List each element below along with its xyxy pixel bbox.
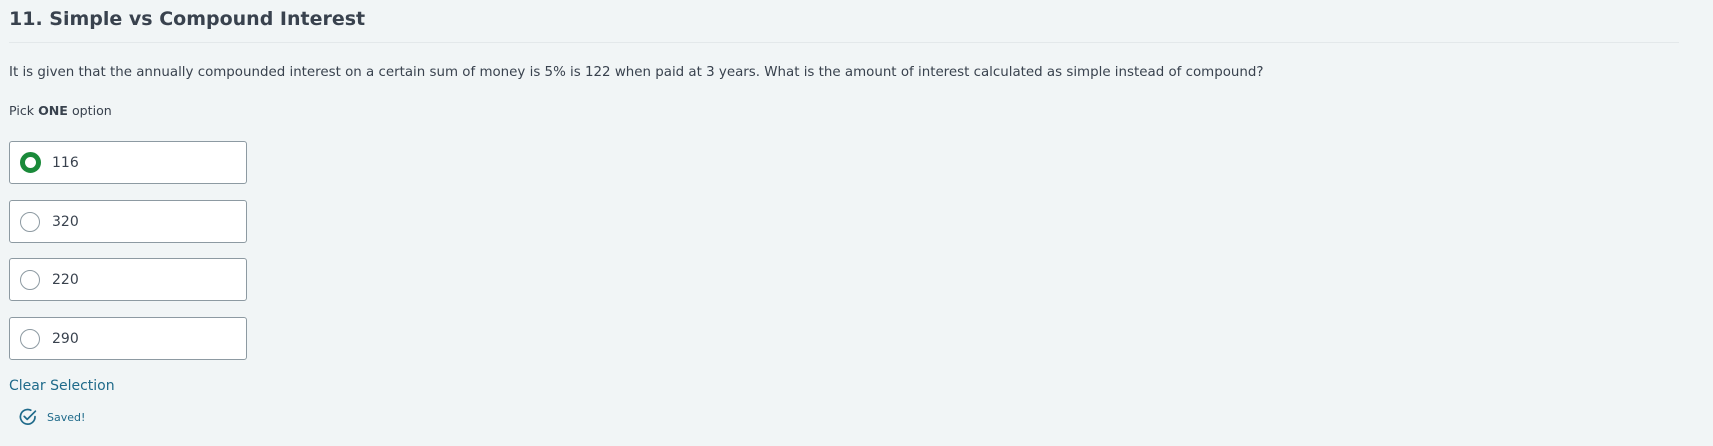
title-divider (9, 42, 1679, 43)
answer-option[interactable]: 290 (9, 317, 247, 360)
pick-suffix: option (71, 103, 112, 118)
saved-status: Saved! (18, 407, 85, 427)
question-title: 11. Simple vs Compound Interest (9, 8, 366, 30)
pick-prefix: Pick (9, 103, 35, 118)
check-circle-icon (19, 408, 37, 425)
answer-option-label: 320 (52, 213, 79, 230)
radio-button[interactable] (20, 328, 40, 349)
clear-selection-link[interactable]: Clear Selection (9, 376, 115, 396)
radio-button[interactable] (20, 211, 40, 232)
answer-option[interactable]: 320 (9, 200, 247, 243)
pick-instruction: Pick ONE option (9, 102, 112, 120)
radio-button[interactable] (20, 269, 40, 290)
question-text: It is given that the annually compounded… (9, 65, 1264, 80)
answer-option[interactable]: 116 (9, 141, 247, 184)
answer-option-label: 290 (52, 330, 79, 347)
answer-option[interactable]: 220 (9, 258, 247, 301)
pick-strong: ONE (38, 103, 68, 118)
radio-button[interactable] (20, 152, 41, 173)
saved-label: Saved! (47, 410, 86, 424)
answer-option-label: 116 (52, 154, 79, 171)
answer-option-label: 220 (52, 271, 79, 288)
